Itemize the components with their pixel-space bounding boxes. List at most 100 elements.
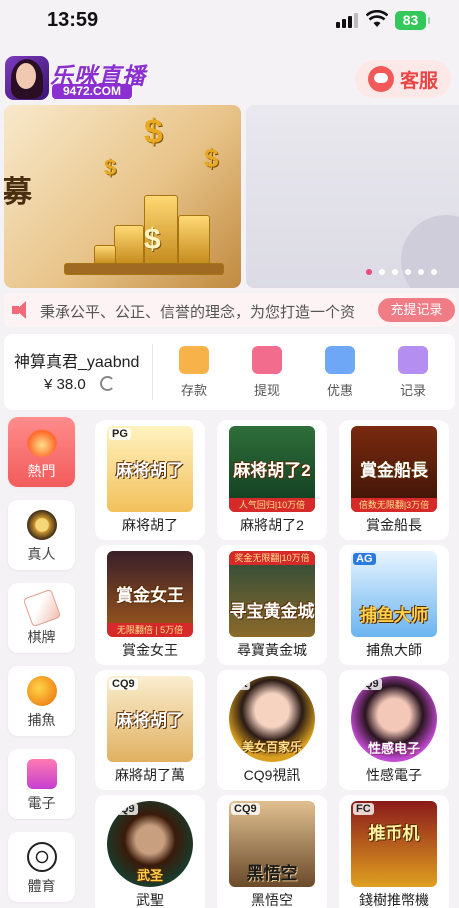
category-fishing[interactable]: 捕魚 (8, 666, 75, 736)
promotion-button[interactable]: 优惠 (310, 346, 370, 399)
game-card[interactable]: AG 捕鱼大师 捕魚大師 (339, 545, 449, 665)
fish-icon (26, 676, 57, 706)
game-card[interactable]: CQ9 武圣 武聖 (95, 795, 205, 908)
category-label: 體育 (27, 878, 56, 894)
promo-banner[interactable]: 募 $ $ $ $ (4, 105, 241, 288)
record-icon (398, 346, 428, 374)
username: 神算真君_yaabnd (14, 354, 140, 371)
game-name: 麻将胡了 (122, 517, 178, 533)
app-logo (5, 56, 49, 100)
status-bar: 13:59 83 (0, 0, 459, 44)
provider-badge: mt (231, 678, 251, 690)
promo-banner-next[interactable] (246, 105, 459, 288)
game-thumbnail: mt 美女百家乐 (229, 676, 315, 762)
fire-icon (26, 427, 57, 457)
records-button[interactable]: 记录 (383, 346, 443, 399)
withdraw-label: 提现 (253, 383, 280, 398)
game-thumbnail: 麻将胡了2 人气回归|10万倍 (229, 426, 315, 512)
game-name: 性感電子 (366, 767, 422, 783)
category-sports[interactable]: 體育 (8, 832, 75, 902)
game-card[interactable]: CQ9 性感电子 性感電子 (339, 670, 449, 790)
thumbnail-title: 性感电子 (367, 741, 420, 756)
game-thumbnail: CQ9 黑悟空 (229, 801, 315, 887)
withdraw-icon (252, 346, 282, 374)
game-card[interactable]: 麻将胡了2 人气回归|10万倍 麻將胡了2 (217, 420, 327, 540)
game-thumbnail: 賞金女王 无限翻倍 | 5万倍 (107, 551, 193, 637)
logo-url: 9472.COM (52, 84, 132, 99)
game-name: 尋寶黃金城 (237, 642, 307, 658)
game-name: 武聖 (136, 892, 164, 908)
deposit-button[interactable]: 存款 (164, 346, 224, 399)
thumbnail-title: 麻将胡了2 (233, 461, 311, 480)
provider-badge: FC (353, 803, 374, 815)
thumbnail-title: 麻将胡了 (116, 461, 184, 480)
wallet-icon (179, 346, 209, 374)
category-label: 真人 (27, 546, 56, 562)
game-thumbnail: CQ9 武圣 (107, 801, 193, 887)
provider-badge: CQ9 (109, 803, 138, 815)
thumbnail-title: 推币机 (368, 824, 420, 843)
game-thumbnail: FC 推币机 (351, 801, 437, 887)
category-slots[interactable]: 電子 (8, 749, 75, 819)
balance: ¥ 38.0 (44, 376, 86, 393)
game-name: CQ9視訊 (243, 767, 301, 783)
thumbnail-title: 賞金船長 (360, 461, 428, 480)
game-name: 賞金船長 (366, 517, 422, 533)
provider-badge: CQ9 (231, 803, 260, 815)
game-card[interactable]: mt 美女百家乐 CQ9視訊 (217, 670, 327, 790)
game-name: 賞金女王 (122, 642, 178, 658)
announcement-text: 秉承公平、公正、信誉的理念，为您打造一个资 (40, 304, 356, 321)
game-card[interactable]: PG 麻将胡了 麻将胡了 (95, 420, 205, 540)
provider-badge: AG (353, 553, 376, 565)
promotion-label: 优惠 (326, 383, 353, 398)
category-label: 棋牌 (27, 629, 56, 645)
signal-icon (336, 12, 358, 28)
category-hot[interactable]: 熱門 (8, 417, 75, 487)
provider-badge: PG (109, 428, 131, 440)
withdraw-button[interactable]: 提现 (237, 346, 297, 399)
banner-pagination (366, 269, 437, 275)
game-card[interactable]: CQ9 黑悟空 黑悟空 (217, 795, 327, 908)
game-name: 黑悟空 (251, 892, 293, 908)
game-card[interactable]: 奖金无限翻|10万倍 寻宝黄金城 尋寶黃金城 (217, 545, 327, 665)
category-live[interactable]: 真人 (8, 500, 75, 570)
game-thumbnail: AG 捕鱼大师 (351, 551, 437, 637)
refresh-icon[interactable] (100, 376, 115, 391)
game-card[interactable]: 賞金船長 倍数无限翻|3万倍 賞金船長 (339, 420, 449, 540)
thumbnail-strip: 人气回归|10万倍 (229, 498, 315, 512)
battery-icon: 83 (395, 11, 430, 30)
game-thumbnail: CQ9 麻将胡了 (107, 676, 193, 762)
thumbnail-strip: 无限翻倍 | 5万倍 (107, 623, 193, 637)
category-label: 捕魚 (27, 712, 56, 728)
game-thumbnail: 賞金船長 倍数无限翻|3万倍 (351, 426, 437, 512)
thumbnail-title: 賞金女王 (116, 586, 184, 605)
wallet-card: 神算真君_yaabnd ¥ 38.0 存款 提现 优惠 记录 (4, 334, 455, 410)
customer-service-button[interactable]: 客服 (355, 60, 451, 98)
slot-icon (26, 759, 57, 789)
gift-icon (325, 346, 355, 374)
game-card[interactable]: CQ9 麻将胡了 麻將胡了萬 (95, 670, 205, 790)
game-name: 麻將胡了2 (240, 517, 304, 533)
soccer-ball-icon (26, 842, 57, 872)
wifi-icon (366, 10, 388, 27)
game-name: 錢樹推幣機 (359, 892, 429, 908)
announcement-bar[interactable]: 秉承公平、公正、信誉的理念，为您打造一个资 充提记录 (4, 293, 455, 327)
recharge-record-button[interactable]: 充提记录 (378, 298, 455, 322)
deposit-label: 存款 (180, 383, 207, 398)
game-name: 麻將胡了萬 (115, 767, 185, 783)
thumbnail-strip: 倍数无限翻|3万倍 (351, 498, 437, 512)
game-card[interactable]: 賞金女王 无限翻倍 | 5万倍 賞金女王 (95, 545, 205, 665)
game-name: 捕魚大師 (366, 642, 422, 658)
game-thumbnail: CQ9 性感电子 (351, 676, 437, 762)
cards-icon (22, 588, 61, 628)
thumbnail-title: 武圣 (136, 868, 163, 883)
thumbnail-title: 黑悟空 (246, 864, 298, 883)
game-card[interactable]: FC 推币机 錢樹推幣機 (339, 795, 449, 908)
provider-badge: CQ9 (109, 678, 138, 690)
chip-icon (26, 510, 57, 540)
thumbnail-title: 捕鱼大师 (360, 606, 428, 625)
category-label: 電子 (27, 795, 56, 811)
records-label: 记录 (399, 383, 426, 398)
category-cards[interactable]: 棋牌 (8, 583, 75, 653)
category-label: 熱門 (27, 463, 56, 479)
